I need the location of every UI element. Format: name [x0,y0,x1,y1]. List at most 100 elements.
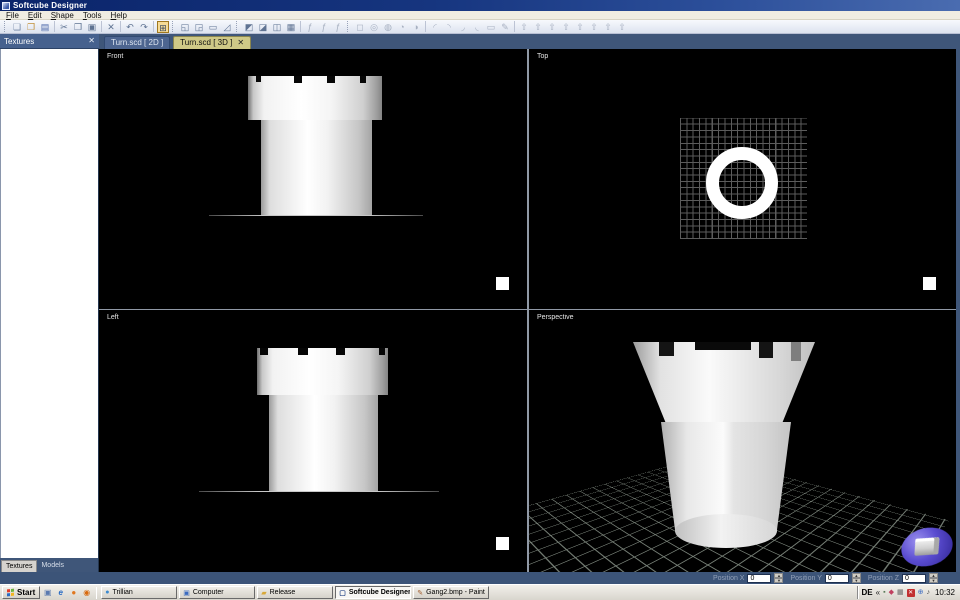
view-tool-4-icon[interactable]: ◔ [396,21,408,33]
viewport-layout-icon[interactable]: ⊞ [157,21,169,33]
arrow-tool-3-icon[interactable]: ⇧ [546,21,558,33]
new-file-icon[interactable]: ❏ [11,21,23,33]
arrow-tool-5-icon[interactable]: ⇧ [574,21,586,33]
network-icon[interactable]: ⊕ [918,589,924,597]
textures-panel-title: Textures [4,37,34,46]
position-z-field: Position Z 0 ▲ ▼ [868,573,938,583]
undo-icon[interactable]: ↶ [124,21,136,33]
cut-icon[interactable]: ✂ [58,21,70,33]
select-tool-1-icon[interactable]: ◜ [429,21,441,33]
taskbar-button-label: Computer [193,589,224,596]
edit-tool-1-icon[interactable]: ◩ [243,21,255,33]
menu-edit[interactable]: Edit [24,11,46,20]
panel-close-icon[interactable]: ✕ [88,37,95,45]
crown-notch [336,348,345,355]
spin-down-icon[interactable]: ▼ [774,578,783,583]
sidebar-tab-models[interactable]: Models [37,560,68,572]
menu-file[interactable]: File [2,11,23,20]
menu-shape[interactable]: Shape [47,11,78,20]
tray-chevron-icon[interactable]: « [876,588,880,597]
function-tool-3-icon[interactable]: ƒ [332,21,344,33]
arrow-tool-1-icon[interactable]: ⇧ [518,21,530,33]
paste-icon[interactable]: ▣ [86,21,98,33]
position-x-label: Position X [713,575,745,582]
taskbar-button-paint[interactable]: ✎ Gang2.bmp - Paint [413,586,489,599]
save-icon[interactable]: ▤ [39,21,51,33]
view-tool-5-icon[interactable]: ◑ [410,21,422,33]
edit-tool-3-icon[interactable]: ◫ [271,21,283,33]
pen-tool-icon[interactable]: ✎ [499,21,511,33]
toolbar-sep [153,21,154,32]
media-player-icon[interactable]: ◉ [81,587,92,598]
tray-close-icon[interactable]: ✕ [907,589,915,597]
show-desktop-icon[interactable]: ▣ [42,587,53,598]
position-x-input[interactable]: 0 [747,574,771,583]
arrow-tool-2-icon[interactable]: ⇧ [532,21,544,33]
function-tool-2-icon[interactable]: ƒ [318,21,330,33]
textures-sidebar: Textures Models [0,49,99,572]
position-z-input[interactable]: 0 [902,574,926,583]
tab-turn-2d[interactable]: Turn.scd [ 2D ] [104,36,170,49]
open-file-icon[interactable]: ❐ [25,21,37,33]
position-x-spinner: ▲ ▼ [774,573,783,583]
taskbar-clock[interactable]: 10:32 [935,588,955,597]
view-tool-3-icon[interactable]: ◍ [382,21,394,33]
delete-icon[interactable]: ✕ [105,21,117,33]
shape-tool-4-icon[interactable]: ◿ [221,21,233,33]
spin-down-icon[interactable]: ▼ [929,578,938,583]
arrow-tool-4-icon[interactable]: ⇧ [560,21,572,33]
viewport-grid: Front Top Left [99,49,956,572]
viewport-front-handle[interactable] [496,277,509,290]
orientation-cube-icon [914,537,939,556]
viewport-front-label: Front [107,53,123,60]
tower-crown-perspective [633,342,815,423]
shape-tool-3-icon[interactable]: ▭ [207,21,219,33]
position-y-input[interactable]: 0 [825,574,849,583]
arrow-tool-7-icon[interactable]: ⇧ [602,21,614,33]
edit-tool-2-icon[interactable]: ◪ [257,21,269,33]
tab-turn-3d[interactable]: Turn.scd [ 3D ] ✕ [173,36,251,49]
tray-icon-1[interactable]: ▪ [883,589,885,597]
textures-panel-body[interactable] [0,49,98,558]
viewport-top-handle[interactable] [923,277,936,290]
tower-crown-front [248,76,382,120]
taskbar-button-release[interactable]: ▰ Release [257,586,333,599]
firefox-icon[interactable]: ● [68,587,79,598]
sidebar-tab-textures[interactable]: Textures [1,560,37,572]
select-tool-4-icon[interactable]: ◟ [471,21,483,33]
redo-icon[interactable]: ↷ [138,21,150,33]
shape-tool-1-icon[interactable]: ◱ [179,21,191,33]
view-tool-1-icon[interactable]: ◻ [354,21,366,33]
spin-down-icon[interactable]: ▼ [852,578,861,583]
shape-tool-2-icon[interactable]: ◲ [193,21,205,33]
viewport-perspective[interactable]: Perspective [529,310,956,572]
taskbar-button-computer[interactable]: ▣ Computer [179,586,255,599]
volume-icon[interactable]: ♪ [926,589,930,597]
menu-help[interactable]: Help [107,11,131,20]
internet-explorer-icon[interactable]: e [55,587,66,598]
copy-icon[interactable]: ❒ [72,21,84,33]
viewport-left[interactable]: Left [99,310,527,572]
select-tool-3-icon[interactable]: ◞ [457,21,469,33]
viewport-top[interactable]: Top [529,49,956,309]
taskbar-button-softcube-designer[interactable]: ▢ Softcube Designer [335,586,411,599]
crown-notch [791,342,801,361]
arrow-tool-6-icon[interactable]: ⇧ [588,21,600,33]
taskbar-button-trillian[interactable]: ● Trillian [101,586,177,599]
viewport-left-handle[interactable] [496,537,509,550]
rect-select-icon[interactable]: ▭ [485,21,497,33]
start-button[interactable]: Start [2,586,40,599]
crown-notch [298,348,308,355]
tray-icon-2[interactable]: ◆ [889,589,894,597]
edit-tool-4-icon[interactable]: ▦ [285,21,297,33]
arrow-tool-8-icon[interactable]: ⇧ [616,21,628,33]
tab-close-icon[interactable]: ✕ [237,37,244,49]
view-tool-2-icon[interactable]: ◎ [368,21,380,33]
viewport-front[interactable]: Front [99,49,527,309]
function-tool-1-icon[interactable]: ƒ [304,21,316,33]
menu-tools[interactable]: Tools [79,11,106,20]
tray-icon-3[interactable]: ▦ [897,589,904,597]
language-indicator[interactable]: DE [862,588,873,597]
select-tool-2-icon[interactable]: ◝ [443,21,455,33]
sidebar-tabs: Textures Models [0,558,98,572]
